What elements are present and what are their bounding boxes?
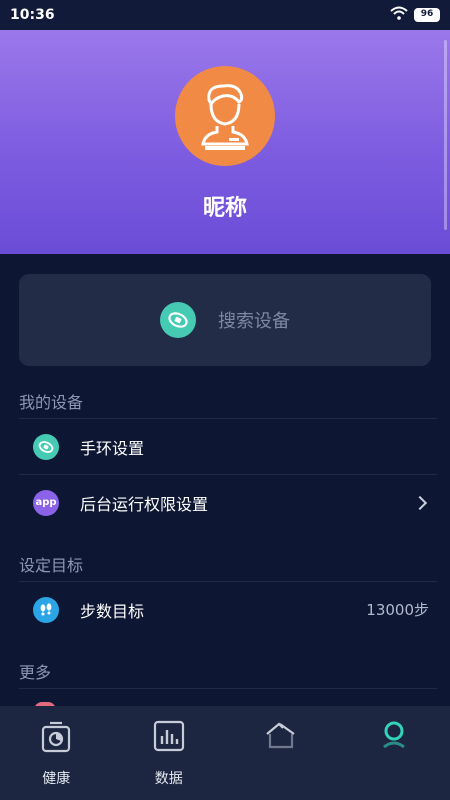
list-item-background-permission[interactable]: app 后台运行权限设置 [19, 474, 437, 530]
status-icons: 96 [390, 6, 440, 24]
bottom-nav: 健康 数据 [0, 706, 450, 800]
list-item-label: 手环设置 [80, 438, 145, 458]
battery-icon: 96 [414, 8, 440, 22]
data-chart-icon [153, 720, 185, 758]
list-item-band-settings[interactable]: 手环设置 [19, 418, 437, 474]
status-time: 10:36 [10, 7, 55, 23]
status-bar: 10:36 96 [0, 0, 450, 30]
profile-icon [379, 720, 409, 754]
list-item-partial[interactable] [19, 688, 437, 706]
profile-header: 昵称 [0, 30, 450, 254]
nav-item-profile[interactable] [338, 706, 450, 800]
home-icon [264, 720, 298, 754]
band-icon [160, 302, 196, 338]
wifi-icon [390, 6, 408, 24]
search-device-label: 搜索设备 [218, 311, 290, 332]
health-icon [40, 720, 72, 758]
section-title-goals: 设定目标 [19, 556, 84, 575]
list-item-step-goal[interactable]: 步数目标 13000步 [19, 581, 437, 637]
list-item-label: 后台运行权限设置 [80, 494, 209, 514]
section-title-more: 更多 [19, 663, 52, 682]
footprint-icon [33, 596, 59, 623]
nav-label-health: 健康 [42, 771, 71, 787]
search-device-button[interactable]: 搜索设备 [19, 274, 431, 366]
nav-item-health[interactable]: 健康 [0, 706, 113, 800]
scrollbar[interactable] [444, 40, 447, 230]
user-avatar-icon [201, 84, 249, 150]
step-goal-value: 13000步 [366, 601, 429, 619]
list-item-label: 步数目标 [80, 601, 145, 621]
chevron-right-icon [412, 495, 428, 510]
band-icon [33, 433, 59, 460]
nav-item-data[interactable]: 数据 [113, 706, 226, 800]
app-icon: app [33, 489, 59, 516]
nav-item-home[interactable] [225, 706, 338, 800]
avatar[interactable] [175, 66, 275, 166]
nav-label-data: 数据 [154, 771, 183, 787]
section-title-my-devices: 我的设备 [19, 393, 84, 412]
nickname[interactable]: 昵称 [0, 190, 450, 222]
